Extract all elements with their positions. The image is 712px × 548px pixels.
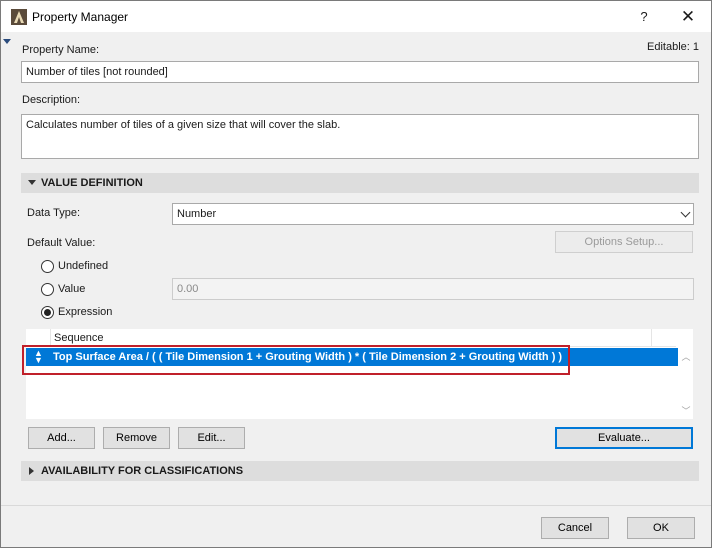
options-setup-button[interactable]: Options Setup... bbox=[555, 231, 693, 253]
value-input[interactable]: 0.00 bbox=[172, 278, 694, 300]
sequence-column-header[interactable]: Sequence bbox=[54, 332, 104, 344]
description-label: Description: bbox=[22, 94, 81, 106]
value-definition-section-header[interactable]: VALUE DEFINITION bbox=[21, 173, 699, 193]
property-manager-dialog: Property Manager ? ✕ Property Name: Edit… bbox=[0, 0, 712, 548]
value-radio-label: Value bbox=[58, 283, 86, 295]
expression-radio-label: Expression bbox=[58, 306, 113, 318]
data-type-select[interactable]: Number bbox=[172, 203, 694, 225]
property-name-label: Property Name: bbox=[22, 44, 100, 56]
archicad-app-icon bbox=[11, 9, 27, 25]
property-name-input[interactable]: Number of tiles [not rounded] bbox=[21, 61, 699, 83]
scroll-down-icon[interactable]: ﹀ bbox=[680, 404, 692, 416]
default-value-label: Default Value: bbox=[27, 237, 96, 249]
ok-button[interactable]: OK bbox=[627, 517, 695, 539]
editable-count: Editable: 1 bbox=[647, 41, 699, 53]
drag-handle-icon[interactable]: ▲ ▼ bbox=[34, 349, 43, 365]
panel-collapse-arrow-icon[interactable] bbox=[3, 39, 11, 44]
column-separator bbox=[651, 329, 652, 347]
list-row-selected[interactable]: ▲ ▼ Top Surface Area / ( ( Tile Dimension… bbox=[26, 348, 678, 366]
data-type-value: Number bbox=[177, 208, 217, 220]
close-button[interactable]: ✕ bbox=[671, 1, 705, 32]
evaluate-button[interactable]: Evaluate... bbox=[555, 427, 693, 449]
availability-title: AVAILABILITY FOR CLASSIFICATIONS bbox=[41, 465, 244, 477]
chevron-down-icon bbox=[680, 207, 691, 218]
expression-text: Top Surface Area / ( ( Tile Dimension 1 … bbox=[53, 351, 563, 363]
undefined-radio-label: Undefined bbox=[58, 260, 109, 272]
expression-list[interactable]: Sequence ▲ ▼ Top Surface Area / ( ( Tile … bbox=[26, 329, 693, 419]
window-title: Property Manager bbox=[32, 10, 129, 24]
expand-arrow-icon bbox=[29, 467, 34, 475]
title-bar[interactable]: Property Manager ? ✕ bbox=[1, 1, 711, 32]
remove-button[interactable]: Remove bbox=[103, 427, 170, 449]
data-type-label: Data Type: bbox=[27, 207, 80, 219]
list-header: Sequence bbox=[26, 329, 676, 347]
value-radio[interactable] bbox=[41, 283, 54, 296]
expression-radio[interactable] bbox=[41, 306, 54, 319]
scroll-up-icon[interactable]: ︿ bbox=[680, 350, 692, 362]
expand-arrow-icon bbox=[28, 180, 36, 185]
footer-divider bbox=[1, 505, 711, 506]
availability-section-header[interactable]: AVAILABILITY FOR CLASSIFICATIONS bbox=[21, 461, 699, 481]
cancel-button[interactable]: Cancel bbox=[541, 517, 609, 539]
add-button[interactable]: Add... bbox=[28, 427, 95, 449]
value-definition-title: VALUE DEFINITION bbox=[41, 177, 143, 189]
edit-button[interactable]: Edit... bbox=[178, 427, 245, 449]
description-textarea[interactable]: Calculates number of tiles of a given si… bbox=[21, 114, 699, 159]
undefined-radio[interactable] bbox=[41, 260, 54, 273]
help-button[interactable]: ? bbox=[627, 1, 661, 32]
column-separator bbox=[50, 329, 51, 347]
